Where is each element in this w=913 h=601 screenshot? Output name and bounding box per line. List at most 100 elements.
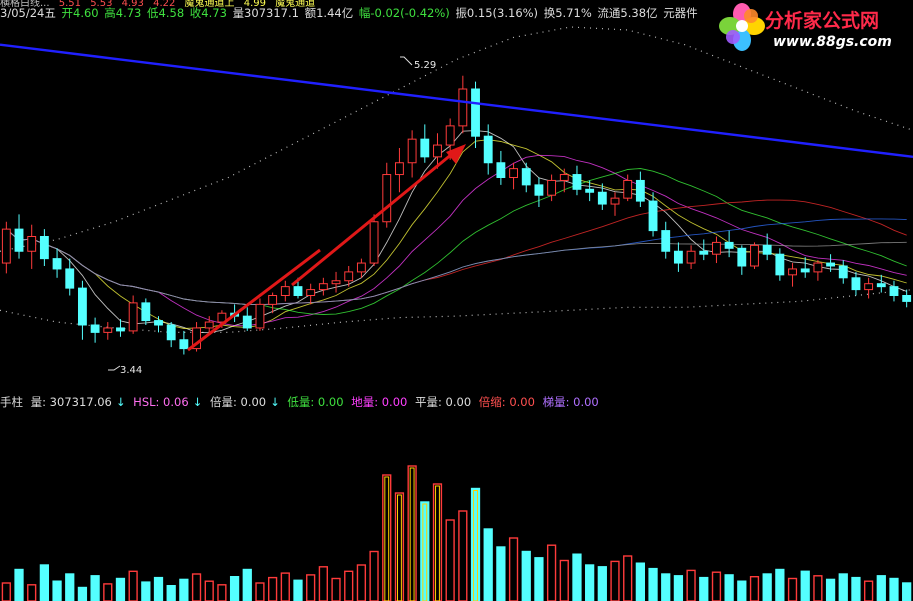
- volume-bar: [863, 580, 874, 601]
- candle-body: [407, 138, 417, 164]
- candle-body: [585, 188, 595, 193]
- candle-body: [103, 327, 113, 333]
- candle-body: [293, 286, 303, 296]
- volume-chart[interactable]: [0, 410, 913, 601]
- volume-bar: [77, 586, 88, 601]
- low-price-label: 3.44: [120, 365, 142, 376]
- ma-line-45: [6, 218, 907, 306]
- volume-bar: [141, 581, 151, 601]
- candle-body: [800, 268, 810, 273]
- volume-bar: [242, 568, 252, 601]
- arrow-down-icon: ↓: [270, 395, 280, 409]
- quote-amplitude: 振0.15(3.16%): [455, 6, 539, 20]
- volume-bar: [572, 553, 582, 601]
- volume-bar: [813, 575, 823, 601]
- volume-bar: [762, 573, 772, 601]
- candle-body: [496, 162, 506, 178]
- quote-close: 收4.73: [189, 6, 227, 20]
- quote-date: 3/05/24五: [0, 6, 56, 20]
- volume-bar: [699, 576, 709, 601]
- volume-bar: [27, 584, 37, 601]
- candle-body: [280, 286, 290, 296]
- candle-body: [268, 295, 278, 305]
- volume-bar: [585, 564, 595, 601]
- candle-body: [788, 268, 797, 276]
- legend-vol: 量: 307317.06: [30, 395, 112, 409]
- volume-bar: [610, 560, 620, 601]
- volume-bar: [546, 544, 557, 601]
- candle-body: [395, 162, 404, 176]
- candle-body: [902, 295, 912, 302]
- volume-bar: [559, 559, 569, 601]
- candle-body: [712, 241, 721, 255]
- volume-bar: [534, 557, 544, 601]
- candle-body: [166, 324, 176, 341]
- volume-bars: [1, 465, 912, 601]
- volume-bar: [902, 582, 912, 601]
- ma-line-34: [6, 199, 907, 306]
- volume-bar: [521, 550, 531, 601]
- candle-body: [1, 228, 11, 264]
- candle-body: [661, 230, 671, 252]
- candle-body: [876, 283, 886, 288]
- candle-body: [673, 250, 683, 264]
- volume-bar: [103, 583, 113, 601]
- candle-body: [838, 265, 848, 279]
- volume-bar: [458, 510, 468, 601]
- candle-body: [255, 303, 265, 329]
- candle-body: [369, 221, 379, 264]
- quote-high: 高4.73: [104, 6, 142, 20]
- volume-bar: [229, 575, 240, 601]
- candlestick-chart[interactable]: 5.29 3.44: [0, 20, 913, 392]
- volume-bar: [407, 465, 417, 601]
- volume-bar: [39, 564, 50, 601]
- volume-bar: [838, 573, 848, 601]
- volume-bar: [470, 487, 481, 601]
- candle-body: [813, 262, 823, 273]
- candle-body: [762, 244, 772, 255]
- volume-bar: [889, 577, 899, 601]
- volume-bar: [382, 474, 392, 601]
- volume-bar: [825, 578, 836, 601]
- volume-bar: [635, 562, 645, 601]
- ma-line-21: [6, 168, 907, 315]
- volume-bar: [673, 575, 684, 601]
- volume-bar: [775, 568, 785, 601]
- volume-bar: [331, 577, 341, 601]
- volume-bar: [851, 576, 861, 601]
- volume-bar: [153, 576, 164, 601]
- candle-body: [77, 287, 87, 326]
- quote-sector: 元器件: [663, 6, 698, 20]
- volume-bar: [344, 570, 354, 601]
- high-price-marker: 5.29: [400, 56, 436, 71]
- candle-body: [775, 253, 785, 276]
- legend-ping: 平量: 0.00: [415, 395, 472, 409]
- candle-body: [724, 241, 734, 249]
- candle-body: [610, 197, 620, 205]
- candle-body: [433, 144, 442, 158]
- volume-bar: [737, 580, 747, 601]
- high-price-label: 5.29: [414, 60, 436, 71]
- candle-body: [572, 174, 582, 190]
- volume-bar: [204, 580, 214, 601]
- volume-bar: [280, 572, 290, 601]
- legend-hsl: HSL: 0.06: [133, 395, 189, 409]
- volume-bar: [14, 568, 24, 601]
- legend-bei: 倍量: 0.00: [209, 395, 267, 409]
- candle-body: [90, 324, 100, 333]
- candle-body: [686, 250, 696, 264]
- volume-bar: [623, 555, 633, 601]
- volume-bar: [508, 537, 519, 601]
- volume-bar: [268, 576, 278, 601]
- candle-body: [534, 184, 544, 196]
- candle-body: [597, 191, 607, 205]
- candle-body: [420, 138, 430, 158]
- volume-bar: [255, 582, 265, 601]
- volume-bar: [369, 550, 379, 601]
- candle-body: [141, 302, 151, 322]
- candle-body: [331, 280, 341, 285]
- volume-bar: [394, 492, 405, 601]
- candle-body: [458, 88, 468, 127]
- volume-bar: [432, 483, 443, 601]
- arrow-down-icon: ↓: [192, 395, 203, 409]
